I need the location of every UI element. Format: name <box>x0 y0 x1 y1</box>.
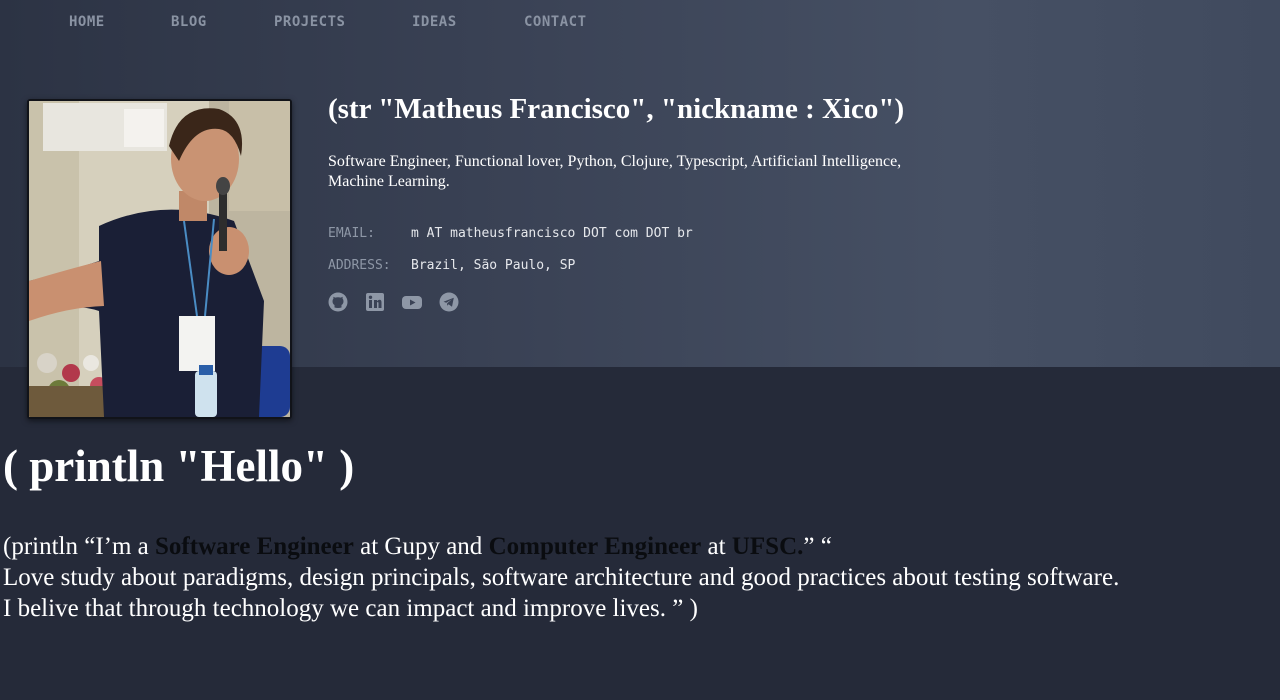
about-text: (println “I’m a Software Engineer at Gup… <box>3 531 1273 624</box>
social-links <box>328 292 459 312</box>
bio-line-3: I belive that through technology we can … <box>3 595 698 622</box>
nav-contact[interactable]: CONTACT <box>524 14 587 30</box>
youtube-icon[interactable] <box>402 292 422 312</box>
nav-projects[interactable]: PROJECTS <box>274 14 345 30</box>
nav-home[interactable]: HOME <box>69 14 105 30</box>
bio-line-2: Love study about paradigms, design princ… <box>3 564 1120 591</box>
profile-photo <box>27 99 292 419</box>
section-title: ( println "Hello" ) <box>3 441 355 491</box>
email-label: EMAIL: <box>328 226 375 241</box>
address-label: ADDRESS: <box>328 258 391 273</box>
bio-text: (println “I’m a <box>3 533 156 560</box>
telegram-icon[interactable] <box>439 292 459 312</box>
bio-text: ” “ <box>803 533 832 560</box>
university-highlight: UFSC. <box>731 533 804 560</box>
profile-tagline: Software Engineer, Functional lover, Pyt… <box>328 153 902 190</box>
nav-ideas[interactable]: IDEAS <box>412 14 457 30</box>
job-title-highlight: Software Engineer <box>155 533 354 560</box>
bio-text: at <box>701 533 732 560</box>
bio-text: at Gupy and <box>353 533 489 560</box>
nav-blog[interactable]: BLOG <box>171 14 207 30</box>
email-row: EMAIL: m AT matheusfrancisco DOT com DOT … <box>328 226 693 241</box>
email-value: m AT matheusfrancisco DOT com DOT br <box>411 226 693 241</box>
address-value: Brazil, São Paulo, SP <box>411 258 576 273</box>
bio-line-1: (println “I’m a Software Engineer at Gup… <box>3 531 1273 562</box>
degree-highlight: Computer Engineer <box>488 533 702 560</box>
address-row: ADDRESS: Brazil, São Paulo, SP <box>328 258 575 273</box>
profile-name: (str "Matheus Francisco", "nickname : Xi… <box>328 93 905 125</box>
linkedin-icon[interactable] <box>365 292 385 312</box>
github-icon[interactable] <box>328 292 348 312</box>
